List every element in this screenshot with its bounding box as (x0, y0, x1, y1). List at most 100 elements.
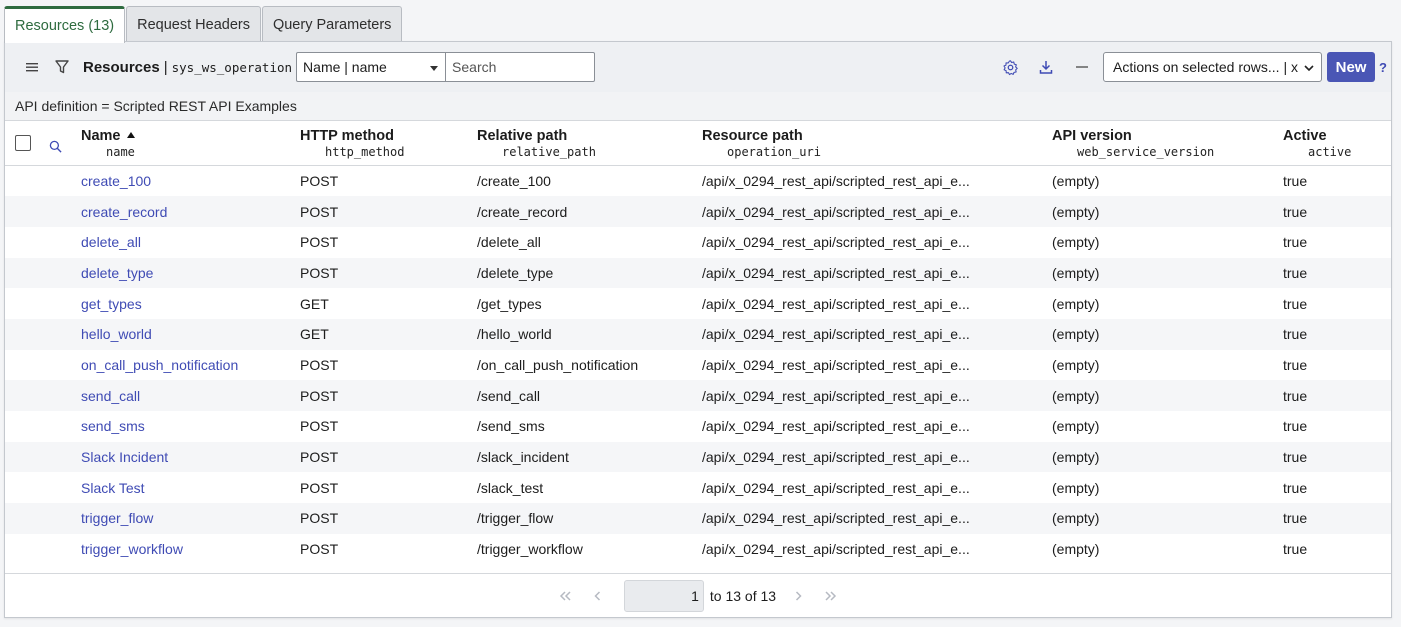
http-method-cell: POST (300, 503, 477, 534)
tab-resources[interactable]: Resources (13) (4, 6, 126, 43)
minus-icon[interactable] (1067, 52, 1097, 82)
resource-name-link[interactable]: send_call (81, 388, 140, 404)
relative-path-cell: /trigger_workflow (477, 534, 702, 565)
resource-name-link[interactable]: trigger_flow (81, 510, 153, 526)
relative-path-cell-text: /trigger_workflow (477, 541, 583, 558)
tab-query-parameters[interactable]: Query Parameters (261, 6, 403, 42)
http-method-cell: POST (300, 442, 477, 473)
name-cell: delete_all (81, 227, 300, 258)
relative-path-cell: /create_100 (477, 166, 702, 197)
resource-name-link[interactable]: send_sms (81, 418, 145, 434)
title-separator: | (163, 58, 168, 76)
resource-name-link[interactable]: hello_world (81, 326, 152, 342)
column-label: Name (81, 128, 121, 144)
tab-request-headers[interactable]: Request Headers (126, 6, 261, 42)
help-icon[interactable]: ? (1379, 60, 1387, 75)
relative-path-cell: /delete_type (477, 258, 702, 289)
active-cell: true (1283, 319, 1391, 350)
search-icon[interactable] (49, 140, 62, 157)
api-version-cell: (empty) (1052, 258, 1283, 289)
column-header-api-version[interactable]: API version web_service_version (1052, 121, 1283, 166)
active-cell-text: true (1283, 203, 1308, 220)
download-icon[interactable] (1031, 52, 1061, 82)
resource-path-cell: /api/x_0294_rest_api/scripted_rest_api_e… (702, 534, 1052, 565)
http-method-cell: GET (300, 288, 477, 319)
previous-page-icon[interactable] (586, 584, 610, 608)
new-button[interactable]: New (1327, 52, 1376, 82)
http-method-cell: POST (300, 380, 477, 411)
active-cell-text: true (1283, 541, 1308, 558)
page-number-input[interactable]: 1 (623, 579, 704, 612)
row-select-cell (5, 196, 81, 227)
resource-name-link[interactable]: delete_all (81, 234, 141, 250)
column-header-http-method[interactable]: HTTP method http_method (300, 121, 477, 166)
column-header-relative-path[interactable]: Relative path relative_path (477, 121, 702, 166)
http-method-cell-text: POST (300, 264, 339, 281)
resource-path-cell: /api/x_0294_rest_api/scripted_rest_api_e… (702, 258, 1052, 289)
resource-name-link[interactable]: delete_type (81, 265, 153, 281)
relative-path-cell: /on_call_push_notification (477, 350, 702, 381)
relative-path-cell: /delete_all (477, 227, 702, 258)
name-cell: on_call_push_notification (81, 350, 300, 381)
relative-path-cell-text: /send_call (477, 387, 541, 404)
api-version-cell: (empty) (1052, 411, 1283, 442)
resource-name-link[interactable]: Slack Test (81, 480, 145, 496)
active-cell-text: true (1283, 173, 1308, 190)
resource-name-link[interactable]: trigger_workflow (81, 541, 183, 557)
active-cell: true (1283, 196, 1391, 227)
select-all-checkbox[interactable] (15, 135, 31, 151)
api-version-cell: (empty) (1052, 380, 1283, 411)
list-title: Resources | sys_ws_operation (83, 59, 292, 76)
column-header-name[interactable]: Name name (81, 121, 300, 166)
active-cell-text: true (1283, 510, 1308, 527)
table-name: sys_ws_operation (171, 59, 293, 75)
column-header-active[interactable]: Active active (1283, 121, 1391, 166)
table-row: delete_type POST/delete_type/api/x_0294_r… (5, 257, 1391, 289)
filter-breadcrumb[interactable]: API definition = Scripted REST API Examp… (5, 92, 1391, 120)
http-method-cell-text: GET (300, 295, 329, 312)
toolbar-right: Actions on selected rows... | x New ? (995, 42, 1391, 92)
next-page-icon[interactable] (786, 584, 810, 608)
relative-path-cell: /get_types (477, 288, 702, 319)
relative-path-cell-text: /create_record (477, 203, 568, 220)
http-method-cell-text: POST (300, 541, 339, 558)
api-version-cell-text: (empty) (1052, 418, 1100, 435)
active-cell: true (1283, 411, 1391, 442)
actions-select[interactable]: Actions on selected rows... | x (1103, 52, 1323, 82)
gear-icon[interactable] (995, 52, 1025, 82)
row-select-cell (5, 227, 81, 258)
active-cell: true (1283, 380, 1391, 411)
hamburger-menu-icon[interactable] (17, 52, 47, 82)
column-header-resource-path[interactable]: Resource path operation_uri (702, 121, 1052, 166)
resource-name-link[interactable]: get_types (81, 296, 142, 312)
http-method-cell-text: POST (300, 234, 339, 251)
resource-name-link[interactable]: create_100 (81, 173, 151, 189)
resource-path-cell-text: /api/x_0294_rest_api/scripted_rest_api_e… (702, 479, 970, 496)
active-cell-text: true (1283, 264, 1308, 281)
search-input[interactable] (446, 52, 596, 82)
name-cell: send_sms (81, 411, 300, 442)
table-row: delete_all POST/delete_all/api/x_0294_res… (5, 227, 1391, 258)
relative-path-cell: /slack_incident (477, 442, 702, 473)
api-version-cell-text: (empty) (1052, 203, 1100, 220)
resource-name-link[interactable]: on_call_push_notification (81, 357, 238, 373)
relative-path-cell-text: /create_100 (477, 173, 551, 190)
search-field-select[interactable]: Name | name (296, 52, 447, 82)
resource-path-cell: /api/x_0294_rest_api/scripted_rest_api_e… (702, 503, 1052, 534)
filter-icon[interactable] (47, 52, 77, 82)
active-cell: true (1283, 534, 1391, 565)
http-method-cell-text: POST (300, 203, 339, 220)
api-version-cell-text: (empty) (1052, 387, 1100, 404)
resource-path-cell-text: /api/x_0294_rest_api/scripted_rest_api_e… (702, 449, 970, 466)
resource-name-link[interactable]: create_record (81, 204, 167, 220)
resource-path-cell: /api/x_0294_rest_api/scripted_rest_api_e… (702, 166, 1052, 197)
active-cell-text: true (1283, 449, 1308, 466)
last-page-icon[interactable] (818, 584, 842, 608)
first-page-icon[interactable] (554, 584, 578, 608)
table-row: create_100 POST/create_100/api/x_0294_res… (5, 166, 1391, 197)
active-cell: true (1283, 472, 1391, 503)
active-cell: true (1283, 166, 1391, 197)
resource-name-link[interactable]: Slack Incident (81, 449, 168, 465)
resource-path-cell-text: /api/x_0294_rest_api/scripted_rest_api_e… (702, 387, 970, 404)
active-cell-text: true (1283, 387, 1308, 404)
